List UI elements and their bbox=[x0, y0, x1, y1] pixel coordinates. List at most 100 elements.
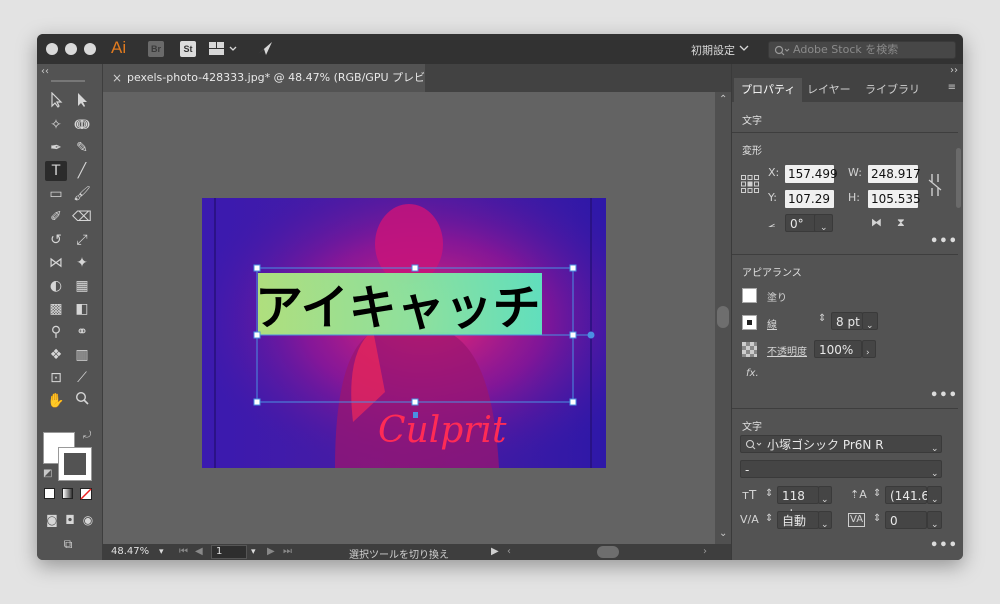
perspective-grid-tool-icon[interactable]: ▦ bbox=[71, 276, 93, 296]
opacity-label[interactable]: 不透明度 bbox=[767, 343, 807, 358]
default-colors-icon[interactable]: ◩ bbox=[43, 468, 52, 479]
status-menu-icon[interactable]: ▶ bbox=[491, 546, 499, 557]
scroll-up-icon[interactable]: ⌃ bbox=[719, 94, 727, 105]
artboard-tool-icon[interactable]: ⊡ bbox=[45, 368, 67, 388]
arrange-documents-icon[interactable] bbox=[209, 42, 239, 56]
stroke-weight-dropdown[interactable]: ⌄ bbox=[862, 312, 878, 331]
font-size-stepper-icon[interactable]: ⇕ bbox=[765, 488, 773, 499]
line-tool-icon[interactable]: ╱ bbox=[71, 161, 93, 181]
minimize-window-button[interactable] bbox=[65, 43, 77, 55]
color-mode-icon[interactable] bbox=[44, 488, 55, 499]
puppet-warp-tool-icon[interactable]: ✦ bbox=[71, 253, 93, 273]
panel-grip[interactable] bbox=[51, 80, 85, 82]
opacity-field[interactable]: 100% bbox=[814, 340, 862, 358]
w-field[interactable]: 248.917 bbox=[868, 165, 921, 183]
leading-dropdown[interactable]: ⌄ bbox=[927, 486, 942, 505]
flip-horizontal-icon[interactable]: ⧓ bbox=[871, 216, 882, 229]
shaper-tool-icon[interactable]: ✐ bbox=[45, 207, 67, 227]
tab-libraries[interactable]: ライブラリ bbox=[858, 78, 927, 102]
shape-builder-tool-icon[interactable]: ◐ bbox=[45, 276, 67, 296]
blend-tool-icon[interactable]: ⚭ bbox=[71, 322, 93, 342]
document-tab[interactable]: × pexels-photo-428333.jpg* @ 48.47% (RGB… bbox=[103, 64, 425, 112]
fill-color-swatch[interactable] bbox=[742, 288, 757, 303]
page-dropdown-icon[interactable]: ▾ bbox=[251, 547, 256, 557]
horizontal-scroll-thumb[interactable] bbox=[597, 546, 619, 558]
lasso-tool-icon[interactable]: ↈ bbox=[71, 115, 93, 135]
more-character-icon[interactable]: ••• bbox=[930, 538, 958, 553]
zoom-dropdown-icon[interactable]: ▾ bbox=[159, 547, 164, 557]
vertical-scrollbar[interactable]: ⌃ ⌄ bbox=[715, 92, 731, 544]
draw-inside-icon[interactable]: ◉ bbox=[77, 510, 99, 530]
scroll-down-icon[interactable]: ⌄ bbox=[719, 528, 727, 539]
font-style-field[interactable]: - ⌄ bbox=[740, 460, 942, 479]
screen-mode-icon[interactable]: ⧉ bbox=[57, 534, 79, 554]
y-field[interactable]: 107.29 bbox=[785, 190, 834, 208]
flip-vertical-icon[interactable]: ⧗ bbox=[897, 216, 905, 230]
zoom-tool-icon[interactable] bbox=[71, 391, 93, 411]
rectangle-tool-icon[interactable]: ▭ bbox=[45, 184, 67, 204]
scale-tool-icon[interactable]: ⤢ bbox=[71, 230, 93, 250]
panel-scroll-thumb[interactable] bbox=[956, 148, 961, 208]
h-field[interactable]: 105.535 bbox=[868, 190, 921, 208]
symbol-sprayer-tool-icon[interactable]: ❖ bbox=[45, 345, 67, 365]
kerning-stepper-icon[interactable]: ⇕ bbox=[765, 513, 773, 524]
gradient-tool-icon[interactable]: ◧ bbox=[71, 299, 93, 319]
direct-selection-tool-icon[interactable] bbox=[71, 92, 93, 112]
stock-search-input[interactable]: Adobe Stock を検索 bbox=[768, 41, 956, 59]
kerning-dropdown[interactable]: ⌄ bbox=[818, 511, 832, 530]
paintbrush-tool-icon[interactable]: 🖌 bbox=[71, 184, 93, 204]
hand-tool-icon[interactable]: ✋ bbox=[45, 391, 67, 411]
next-page-icon[interactable]: ▶ bbox=[267, 546, 275, 557]
workspace-switcher[interactable]: 初期設定 bbox=[691, 42, 735, 58]
curvature-tool-icon[interactable]: ✎ bbox=[71, 138, 93, 158]
stroke-color-swatch[interactable] bbox=[742, 315, 757, 330]
prev-page-icon[interactable]: ◀ bbox=[195, 546, 203, 557]
magic-wand-tool-icon[interactable]: ✧ bbox=[45, 115, 67, 135]
stroke-weight-field[interactable]: 8 pt bbox=[831, 312, 863, 330]
send-rocket-icon[interactable] bbox=[256, 40, 274, 56]
expand-panel-icon[interactable]: ›› bbox=[950, 65, 958, 76]
rotate-dropdown[interactable]: ⌄ bbox=[814, 214, 833, 233]
slice-tool-icon[interactable]: ⟋ bbox=[71, 368, 93, 388]
scroll-left-icon[interactable]: ‹ bbox=[507, 546, 511, 557]
stroke-stepper-icon[interactable]: ⇕ bbox=[818, 313, 826, 324]
stock-button[interactable]: St bbox=[180, 41, 196, 57]
bridge-button[interactable]: Br bbox=[148, 41, 164, 57]
close-window-button[interactable] bbox=[46, 43, 58, 55]
more-appearance-icon[interactable]: ••• bbox=[930, 388, 958, 403]
column-graph-tool-icon[interactable]: ▥ bbox=[71, 345, 93, 365]
artboard-artwork[interactable]: Culprit アイキャッチ bbox=[103, 92, 715, 544]
constrain-proportions-icon[interactable] bbox=[928, 172, 942, 198]
eraser-tool-icon[interactable]: ⌫ bbox=[71, 207, 93, 227]
font-family-field[interactable]: 小塚ゴシック Pr6N R ⌄ bbox=[740, 435, 942, 454]
canvas-area[interactable]: Culprit アイキャッチ bbox=[103, 92, 715, 544]
pen-tool-icon[interactable]: ✒ bbox=[45, 138, 67, 158]
collapse-icon[interactable]: ‹‹ bbox=[41, 66, 49, 77]
width-tool-icon[interactable]: ⋈ bbox=[45, 253, 67, 273]
close-tab-icon[interactable]: × bbox=[112, 64, 122, 92]
kerning-field[interactable]: 自動 bbox=[777, 511, 819, 529]
headline-text[interactable]: アイキャッチ bbox=[255, 280, 541, 336]
eyedropper-tool-icon[interactable]: ⚲ bbox=[45, 322, 67, 342]
zoom-level[interactable]: 48.47% bbox=[111, 546, 149, 557]
panel-menu-icon[interactable]: ≡ bbox=[948, 82, 956, 93]
more-transform-icon[interactable]: ••• bbox=[930, 234, 958, 249]
font-size-field[interactable]: 118 pt bbox=[777, 486, 819, 521]
leading-field[interactable]: (141.6 bbox=[885, 486, 929, 504]
tracking-stepper-icon[interactable]: ⇕ bbox=[873, 513, 881, 524]
maximize-window-button[interactable] bbox=[84, 43, 96, 55]
reference-point-icon[interactable] bbox=[741, 175, 759, 193]
x-field[interactable]: 157.499 bbox=[785, 165, 838, 183]
mesh-tool-icon[interactable]: ▩ bbox=[45, 299, 67, 319]
vertical-scroll-thumb[interactable] bbox=[717, 306, 729, 328]
type-tool-icon[interactable]: T bbox=[45, 161, 67, 181]
last-page-icon[interactable]: ⏭ bbox=[283, 546, 292, 557]
font-size-dropdown[interactable]: ⌄ bbox=[818, 486, 832, 505]
leading-stepper-icon[interactable]: ⇕ bbox=[873, 488, 881, 499]
opacity-slider-button[interactable]: › bbox=[862, 340, 876, 358]
fill-label[interactable]: 塗り bbox=[767, 289, 787, 304]
stroke-label[interactable]: 線 bbox=[767, 316, 777, 331]
tracking-dropdown[interactable]: ⌄ bbox=[927, 511, 942, 530]
selection-tool-icon[interactable] bbox=[45, 91, 67, 112]
scroll-right-icon[interactable]: › bbox=[703, 546, 707, 557]
